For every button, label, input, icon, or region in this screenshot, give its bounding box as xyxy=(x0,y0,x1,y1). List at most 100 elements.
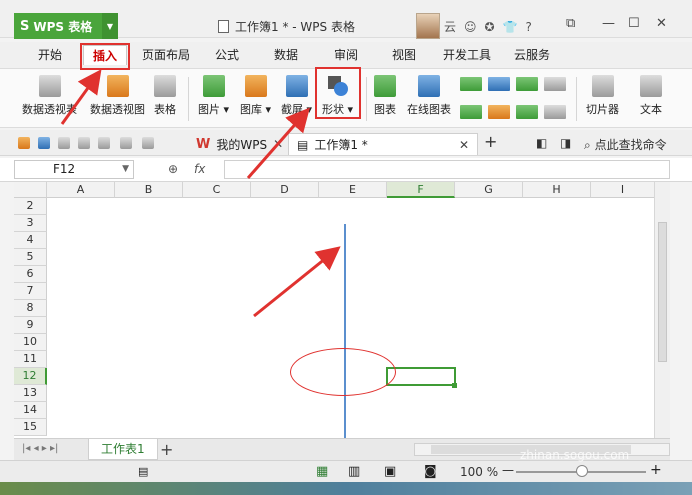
shirt-icon[interactable]: 👕 xyxy=(503,20,518,34)
vertical-scrollbar[interactable] xyxy=(654,182,670,438)
restore-icon[interactable]: ⧉ xyxy=(566,16,575,31)
row-header-selected[interactable]: 12 xyxy=(14,368,47,385)
row-header[interactable]: 4 xyxy=(14,232,47,249)
avatar[interactable] xyxy=(416,13,440,39)
tab-view[interactable]: 视图 xyxy=(384,45,424,65)
stock-chart-icon[interactable] xyxy=(460,105,482,119)
pivot-chart-button[interactable]: 数据透视图 xyxy=(90,75,145,117)
picture-button[interactable]: 图片 ▾ xyxy=(198,75,229,117)
row-header[interactable]: 13 xyxy=(14,385,47,402)
minimize-icon[interactable]: — xyxy=(602,16,615,31)
tab-home[interactable]: 开始 xyxy=(30,45,70,65)
column-header[interactable]: G xyxy=(455,182,523,198)
name-box[interactable]: F12 ▼ xyxy=(14,160,134,179)
scatter-chart-icon[interactable] xyxy=(544,105,566,119)
row-header[interactable]: 2 xyxy=(14,198,47,215)
column-header-selected[interactable]: F xyxy=(387,182,455,198)
fill-handle[interactable] xyxy=(452,383,457,388)
row-header[interactable]: 11 xyxy=(14,351,47,368)
tab-data[interactable]: 数据 xyxy=(266,45,306,65)
zoom-out-button[interactable]: — xyxy=(502,463,514,477)
reading-view-icon[interactable]: ◙ xyxy=(424,464,437,479)
tab-review[interactable]: 审阅 xyxy=(326,45,366,65)
vertical-scroll-thumb[interactable] xyxy=(658,222,667,362)
smile-icon[interactable]: ☺ xyxy=(464,20,477,34)
app-menu-button[interactable]: S WPS 表格 ▼ xyxy=(14,13,118,39)
column-chart-icon[interactable] xyxy=(460,77,482,91)
zoom-slider-knob[interactable] xyxy=(576,465,588,477)
area-chart-icon[interactable] xyxy=(488,105,510,119)
formula-input[interactable] xyxy=(224,160,670,179)
row-header[interactable]: 3 xyxy=(14,215,47,232)
tab-formula[interactable]: 公式 xyxy=(207,45,247,65)
sheet-grid[interactable]: A B C D E F G H I 2 3 4 5 6 7 8 9 10 11 … xyxy=(14,182,670,438)
tab-page-layout[interactable]: 页面布局 xyxy=(138,45,194,65)
zoom-lookup-icon[interactable]: ⊕ xyxy=(168,162,178,176)
column-header[interactable]: B xyxy=(115,182,183,198)
help-button[interactable]: ? xyxy=(526,20,532,34)
add-sheet-button[interactable]: + xyxy=(160,440,173,459)
online-chart-button[interactable]: 在线图表 xyxy=(407,75,451,117)
column-header[interactable]: E xyxy=(319,182,387,198)
radar-chart-icon[interactable] xyxy=(544,77,566,91)
fx-button[interactable]: fx xyxy=(194,162,205,176)
tab-workbook[interactable]: ▤ 工作簿1 * ✕ xyxy=(288,133,478,155)
row-header[interactable]: 14 xyxy=(14,402,47,419)
preview-icon[interactable] xyxy=(98,137,110,149)
sheet-tab[interactable]: 工作表1 xyxy=(88,439,158,460)
row-header[interactable]: 10 xyxy=(14,334,47,351)
line-chart-icon[interactable] xyxy=(516,77,538,91)
table-button[interactable]: 表格 xyxy=(154,75,176,117)
row-header[interactable]: 6 xyxy=(14,266,47,283)
redo-icon[interactable] xyxy=(142,137,154,149)
column-header[interactable]: H xyxy=(523,182,591,198)
open-folder-icon[interactable] xyxy=(18,137,30,149)
undo-icon[interactable] xyxy=(120,137,132,149)
row-header[interactable]: 7 xyxy=(14,283,47,300)
row-header[interactable]: 9 xyxy=(14,317,47,334)
inserted-line-shape[interactable] xyxy=(344,224,346,438)
sheet-status-icon[interactable]: ▤ xyxy=(138,465,148,478)
column-header[interactable]: D xyxy=(251,182,319,198)
close-icon[interactable]: ✕ xyxy=(273,137,283,151)
maximize-icon[interactable]: ☐ xyxy=(628,16,640,31)
save-icon[interactable] xyxy=(38,137,50,149)
screenshot-button[interactable]: 截屏 ▾ xyxy=(281,75,312,117)
column-header[interactable]: I xyxy=(591,182,655,198)
zoom-in-button[interactable]: + xyxy=(650,462,662,478)
row-header[interactable]: 8 xyxy=(14,300,47,317)
pie-chart-icon[interactable] xyxy=(516,105,538,119)
tab-cloud[interactable]: 云服务 xyxy=(508,45,556,65)
history-icon[interactable]: ◧ xyxy=(536,136,547,150)
new-tab-icon[interactable]: + xyxy=(484,132,497,151)
chevron-down-icon[interactable]: ▼ xyxy=(122,161,129,178)
search-command[interactable]: ⌕ 点此查找命令 xyxy=(584,136,667,153)
layout-view-icon[interactable]: ▣ xyxy=(384,464,396,479)
chart-button[interactable]: 图表 xyxy=(374,75,396,117)
close-icon[interactable]: ✕ xyxy=(459,138,469,152)
column-header[interactable]: A xyxy=(47,182,115,198)
tab-developer[interactable]: 开发工具 xyxy=(436,45,498,65)
gallery-button[interactable]: 图库 ▾ xyxy=(240,75,271,117)
normal-view-icon[interactable]: ▦ xyxy=(316,464,328,479)
skin-icon[interactable]: ✪ xyxy=(485,20,495,34)
bar-chart-icon[interactable] xyxy=(488,77,510,91)
row-header[interactable]: 5 xyxy=(14,249,47,266)
close-icon[interactable]: ✕ xyxy=(656,16,667,31)
pivot-table-button[interactable]: 数据透视表 xyxy=(22,75,77,117)
sheet-nav-icons[interactable]: |◂ ◂ ▸ ▸| xyxy=(22,443,58,454)
export-pdf-icon[interactable] xyxy=(58,137,70,149)
user-name[interactable]: 云 xyxy=(444,18,456,35)
row-header[interactable]: 15 xyxy=(14,419,47,436)
selected-cell[interactable] xyxy=(386,367,456,386)
chevron-down-icon[interactable]: ▼ xyxy=(102,13,118,39)
text-button[interactable]: 文本 xyxy=(640,75,662,117)
shape-button[interactable]: 形状 ▾ xyxy=(322,75,353,117)
column-header[interactable]: C xyxy=(183,182,251,198)
print-icon[interactable] xyxy=(78,137,90,149)
select-all-corner[interactable] xyxy=(14,182,47,198)
tab-insert[interactable]: 插入 xyxy=(83,45,127,65)
page-break-view-icon[interactable]: ▥ xyxy=(348,464,360,479)
tab-my-wps[interactable]: W 我的WPS ✕ xyxy=(188,133,291,155)
slicer-button[interactable]: 切片器 xyxy=(586,75,619,117)
